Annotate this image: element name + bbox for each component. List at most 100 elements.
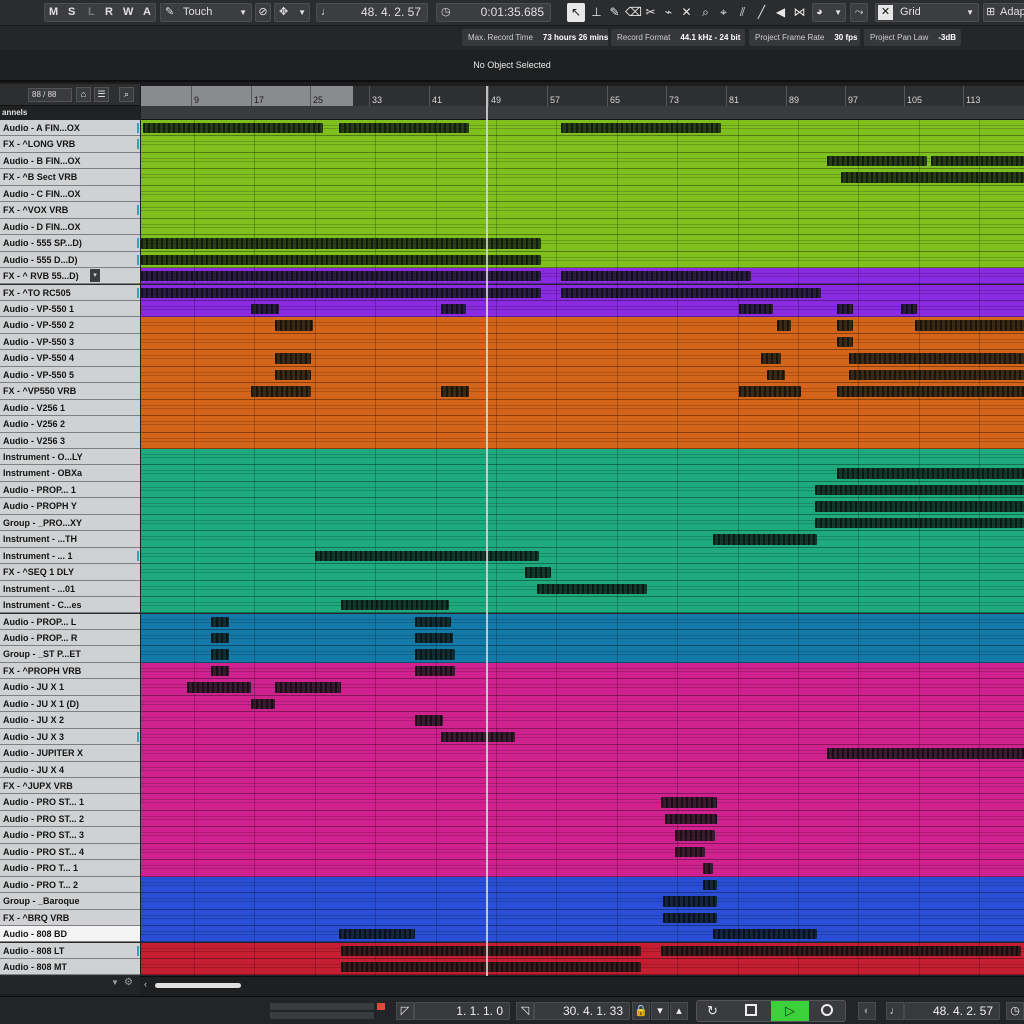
track-header[interactable]: Audio - PRO ST... 2 [0,810,140,828]
track-lane[interactable] [141,876,1024,894]
audio-event[interactable] [739,303,773,315]
track-header[interactable]: Audio - C FIN...OX [0,185,140,203]
audio-event[interactable] [837,386,1024,397]
audio-event[interactable] [275,320,313,331]
audio-event[interactable] [537,583,647,595]
audio-event[interactable] [339,929,415,940]
read-automation-button[interactable]: R [105,4,113,21]
track-header[interactable]: FX - ^SEQ 1 DLY [0,564,140,581]
audio-event[interactable] [143,123,323,134]
track-header[interactable]: Audio - JU X 4 [0,761,140,778]
audio-event[interactable] [827,155,927,167]
horizontal-scrollbar[interactable]: ‹ [141,976,1024,994]
audio-event[interactable] [211,632,229,644]
track-lane[interactable] [141,432,1024,450]
track-header[interactable]: Instrument - ...01 [0,580,140,598]
cycle-icon[interactable]: ↻ [707,1003,718,1019]
clock-icon[interactable]: ◷ [1006,1002,1024,1020]
mute-tool-icon[interactable]: ✕ [679,5,694,20]
split-tool-icon[interactable]: ✂ [643,5,658,20]
left-locator-field[interactable]: 1. 1. 1. 0 [414,1002,510,1020]
track-lane[interactable] [141,761,1024,779]
audio-event[interactable] [339,123,469,134]
audio-event[interactable] [675,830,715,841]
audio-event[interactable] [663,912,717,924]
audio-event[interactable] [275,682,341,693]
audio-event[interactable] [665,813,717,825]
audio-event[interactable] [525,567,551,578]
track-header[interactable]: FX - ^BRQ VRB [0,909,140,927]
audio-event[interactable] [827,748,1024,759]
marker-lane[interactable] [141,106,1024,120]
track-header[interactable]: FX - ^VOX VRB [0,202,140,219]
track-header[interactable]: Audio - V256 3 [0,432,140,449]
audio-event[interactable] [251,698,275,710]
track-header[interactable]: Audio - VP-550 3 [0,333,140,351]
track-header[interactable]: FX - ^JUPX VRB [0,778,140,795]
solo-all-button[interactable]: S [68,4,75,21]
audio-event[interactable] [415,632,453,644]
audio-event[interactable] [739,386,801,397]
audio-event[interactable] [767,369,785,381]
audio-event[interactable] [561,123,721,134]
track-header[interactable]: FX - ^VP550 VRB [0,383,140,400]
track-lane[interactable] [141,547,1024,565]
track-header[interactable]: Instrument - ... 1 [0,547,140,565]
track-lane[interactable] [141,531,1024,549]
track-header[interactable]: Audio - PRO ST... 1 [0,794,140,811]
track-lane[interactable] [141,629,1024,647]
track-lane[interactable] [141,712,1024,730]
list-icon[interactable]: ☰ [94,87,109,102]
track-header[interactable]: Audio - VP-550 2 [0,317,140,334]
right-locator-icon[interactable]: ◹ [516,1002,534,1020]
clip-indicator[interactable] [377,1003,385,1010]
track-lane[interactable] [141,827,1024,845]
track-lane[interactable] [141,218,1024,236]
track-lane[interactable] [141,317,1024,335]
audio-event[interactable] [415,665,455,677]
track-header[interactable]: Audio - PROP... L [0,613,140,630]
track-header[interactable]: FX - ^LONG VRB [0,136,140,153]
audio-event[interactable] [675,846,705,858]
ruler[interactable]: 9 17 25 33 41 49 57 65 73 81 89 97 105 113 [141,86,1024,106]
audio-event[interactable] [761,353,781,364]
track-header[interactable]: Audio - 808 MT [0,958,140,976]
line-tool-icon[interactable]: ⫽ [735,5,750,20]
audio-event[interactable] [441,731,515,743]
track-lane[interactable] [141,202,1024,220]
track-header[interactable]: FX - ^ RVB 55...D) ▾ [0,268,140,285]
track-header[interactable]: Group - _Baroque [0,893,140,910]
audio-event[interactable] [931,155,1024,167]
gear-icon[interactable]: ⚙ [124,977,133,988]
track-header[interactable]: Audio - JUPITER X [0,745,140,762]
audio-event[interactable] [211,665,229,677]
audio-event[interactable] [713,534,817,545]
color-tool-select[interactable]: ◕ ▼ [812,3,846,22]
left-locator-icon[interactable]: ◸ [396,1002,414,1020]
track-header[interactable]: FX - ^PROPH VRB [0,662,140,680]
audio-event[interactable] [849,369,1024,381]
track-lane[interactable] [141,679,1024,697]
audio-event[interactable] [561,271,751,282]
track-header[interactable]: Audio - 808 BD [0,926,140,943]
audio-event[interactable] [561,287,821,298]
audio-event[interactable] [141,238,541,249]
chevron-down-icon[interactable]: ▾ [90,269,100,283]
project-tools-select[interactable]: ✥ ▼ [274,3,310,22]
track-lane[interactable] [141,778,1024,795]
track-header[interactable]: FX - ^TO RC505 [0,284,140,301]
audio-event[interactable] [441,303,466,315]
record-icon[interactable] [821,1004,833,1016]
track-lane[interactable] [141,794,1024,812]
audio-event[interactable] [713,929,817,940]
track-lane[interactable] [141,449,1024,466]
track-lane[interactable] [141,843,1024,861]
glue-tool-icon[interactable]: ⌁ [661,5,676,20]
max-record-time[interactable]: Max. Record Time 73 hours 26 mins [462,29,608,46]
track-header[interactable]: Audio - PRO T... 1 [0,860,140,877]
audio-event[interactable] [661,797,717,808]
track-header[interactable]: Instrument - C...es [0,597,140,614]
audio-event[interactable] [251,386,311,397]
track-header[interactable]: FX - ^B Sect VRB [0,169,140,186]
track-header[interactable]: Audio - B FIN...OX [0,152,140,170]
